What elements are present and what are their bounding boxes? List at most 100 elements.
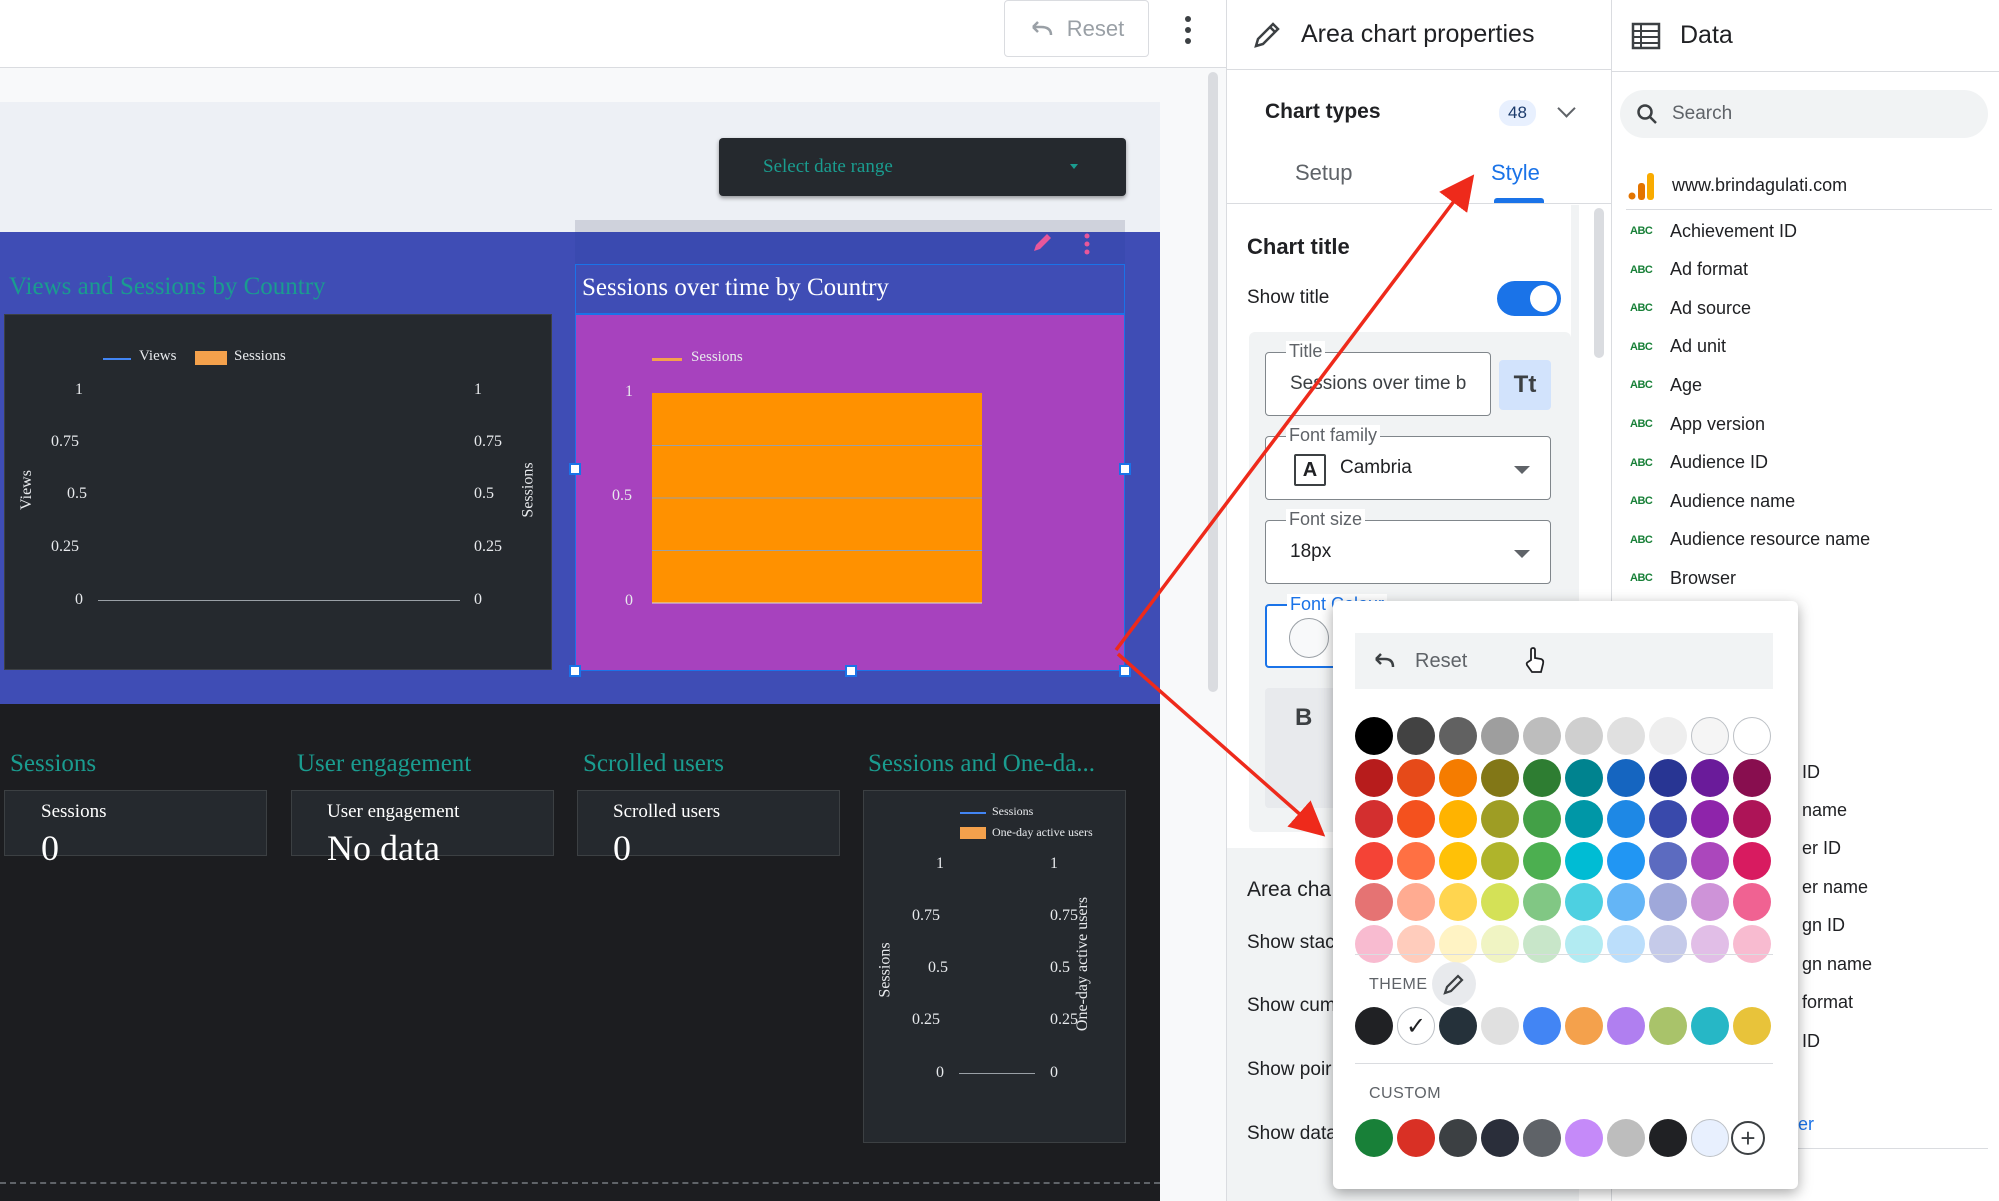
color-swatch[interactable]: [1607, 924, 1645, 963]
reset-button[interactable]: Reset: [1004, 0, 1149, 57]
field-item[interactable]: ABC Audience name: [1630, 486, 1795, 516]
properties-scrollbar[interactable]: [1594, 208, 1604, 358]
custom-swatch[interactable]: [1397, 1119, 1435, 1157]
color-swatch[interactable]: [1607, 758, 1645, 797]
color-swatch[interactable]: [1439, 841, 1477, 880]
color-swatch[interactable]: [1355, 924, 1393, 963]
color-swatch[interactable]: [1481, 883, 1519, 921]
color-swatch[interactable]: [1733, 924, 1771, 963]
theme-swatch[interactable]: [1607, 1007, 1645, 1045]
chart-menu-icon[interactable]: [1082, 232, 1092, 256]
color-swatch[interactable]: [1607, 717, 1645, 755]
color-swatch[interactable]: [1397, 883, 1435, 921]
color-swatch[interactable]: [1565, 841, 1603, 880]
custom-swatch[interactable]: [1565, 1119, 1603, 1157]
theme-swatch[interactable]: [1523, 1007, 1561, 1045]
color-swatch[interactable]: [1565, 924, 1603, 963]
chart-title-bar[interactable]: Sessions over time by Country: [575, 264, 1125, 314]
resize-handle[interactable]: [1119, 463, 1131, 475]
color-swatch[interactable]: [1523, 717, 1561, 755]
color-swatch[interactable]: [1439, 883, 1477, 921]
color-swatch[interactable]: [1733, 717, 1771, 755]
color-swatch[interactable]: [1691, 800, 1729, 838]
field-item[interactable]: ABC Audience resource name: [1630, 525, 1870, 555]
theme-swatch[interactable]: ✓: [1397, 1007, 1435, 1045]
color-swatch[interactable]: [1733, 758, 1771, 797]
color-swatch[interactable]: [1565, 883, 1603, 921]
search-input[interactable]: Search: [1620, 90, 1988, 138]
tab-style[interactable]: Style: [1491, 160, 1540, 186]
title-field[interactable]: Title Sessions over time b: [1265, 341, 1491, 416]
color-swatch[interactable]: [1523, 758, 1561, 797]
color-swatch[interactable]: [1481, 841, 1519, 880]
scorecard-scrolled-users[interactable]: Scrolled users 0: [577, 790, 840, 868]
color-swatch[interactable]: [1649, 717, 1687, 755]
picker-reset-button[interactable]: Reset: [1355, 633, 1773, 689]
text-style-icon[interactable]: Tt: [1499, 360, 1551, 410]
font-family-dropdown[interactable]: Font family A Cambria: [1265, 425, 1551, 500]
sessions-time-chart[interactable]: Sessions 1 0.5 0: [575, 314, 1125, 671]
edit-pencil-icon[interactable]: [1030, 230, 1056, 256]
color-swatch[interactable]: [1439, 717, 1477, 755]
resize-handle[interactable]: [569, 463, 581, 475]
field-item[interactable]: ABC Ad source: [1630, 293, 1751, 323]
add-custom-color-icon[interactable]: +: [1731, 1121, 1765, 1155]
theme-swatch[interactable]: [1691, 1007, 1729, 1045]
color-swatch[interactable]: [1397, 758, 1435, 797]
color-swatch[interactable]: [1733, 883, 1771, 921]
color-swatch[interactable]: [1439, 800, 1477, 838]
add-field-link[interactable]: er: [1798, 1114, 1814, 1135]
color-swatch[interactable]: [1481, 758, 1519, 797]
scorecard-user-engagement[interactable]: User engagement No data: [291, 790, 554, 868]
color-swatch[interactable]: [1649, 883, 1687, 921]
views-sessions-chart[interactable]: Views Sessions 1 0.75 0.5 0.25 0 1 0.75 …: [4, 314, 552, 670]
color-swatch[interactable]: [1691, 883, 1729, 921]
color-swatch[interactable]: [1607, 883, 1645, 921]
edit-theme-icon[interactable]: [1432, 962, 1476, 1006]
color-swatch[interactable]: [1607, 841, 1645, 880]
color-swatch[interactable]: [1649, 924, 1687, 963]
field-item[interactable]: ABC Age: [1630, 370, 1702, 400]
tab-setup[interactable]: Setup: [1295, 160, 1353, 186]
color-swatch[interactable]: [1355, 717, 1393, 755]
resize-handle[interactable]: [1119, 665, 1131, 677]
scorecard-sessions[interactable]: Sessions 0: [4, 790, 267, 868]
show-title-toggle[interactable]: [1497, 281, 1561, 316]
color-swatch[interactable]: [1691, 758, 1729, 797]
field-item[interactable]: ABC App version: [1630, 409, 1765, 439]
color-swatch[interactable]: [1397, 841, 1435, 880]
custom-swatch[interactable]: [1649, 1119, 1687, 1157]
color-swatch[interactable]: [1649, 800, 1687, 838]
color-swatch[interactable]: [1607, 800, 1645, 838]
color-swatch[interactable]: [1355, 883, 1393, 921]
color-swatch[interactable]: [1649, 758, 1687, 797]
color-swatch[interactable]: [1565, 758, 1603, 797]
field-item[interactable]: ABC Ad format: [1630, 255, 1748, 285]
color-swatch[interactable]: [1523, 924, 1561, 963]
color-swatch[interactable]: [1691, 717, 1729, 755]
field-item[interactable]: ABC Ad unit: [1630, 332, 1726, 362]
color-swatch[interactable]: [1523, 883, 1561, 921]
color-swatch[interactable]: [1523, 800, 1561, 838]
theme-swatch[interactable]: [1481, 1007, 1519, 1045]
field-item[interactable]: ABC Audience ID: [1630, 448, 1768, 478]
color-swatch[interactable]: [1397, 800, 1435, 838]
color-swatch[interactable]: [1481, 717, 1519, 755]
color-swatch[interactable]: [1355, 841, 1393, 880]
date-range-control[interactable]: Select date range: [719, 138, 1126, 196]
field-item[interactable]: ABC Browser: [1630, 563, 1736, 593]
color-swatch[interactable]: [1397, 924, 1435, 963]
canvas-scrollbar[interactable]: [1208, 72, 1218, 692]
custom-swatch[interactable]: [1355, 1119, 1393, 1157]
font-size-dropdown[interactable]: Font size 18px: [1265, 509, 1551, 584]
custom-swatch[interactable]: [1607, 1119, 1645, 1157]
theme-swatch[interactable]: [1355, 1007, 1393, 1045]
resize-handle[interactable]: [569, 665, 581, 677]
color-swatch[interactable]: [1397, 717, 1435, 755]
theme-swatch[interactable]: [1733, 1007, 1771, 1045]
data-source[interactable]: www.brindagulati.com: [1626, 162, 1992, 210]
color-swatch[interactable]: [1439, 758, 1477, 797]
resize-handle[interactable]: [845, 665, 857, 677]
theme-swatch[interactable]: [1649, 1007, 1687, 1045]
colour-swatch[interactable]: [1289, 618, 1329, 658]
